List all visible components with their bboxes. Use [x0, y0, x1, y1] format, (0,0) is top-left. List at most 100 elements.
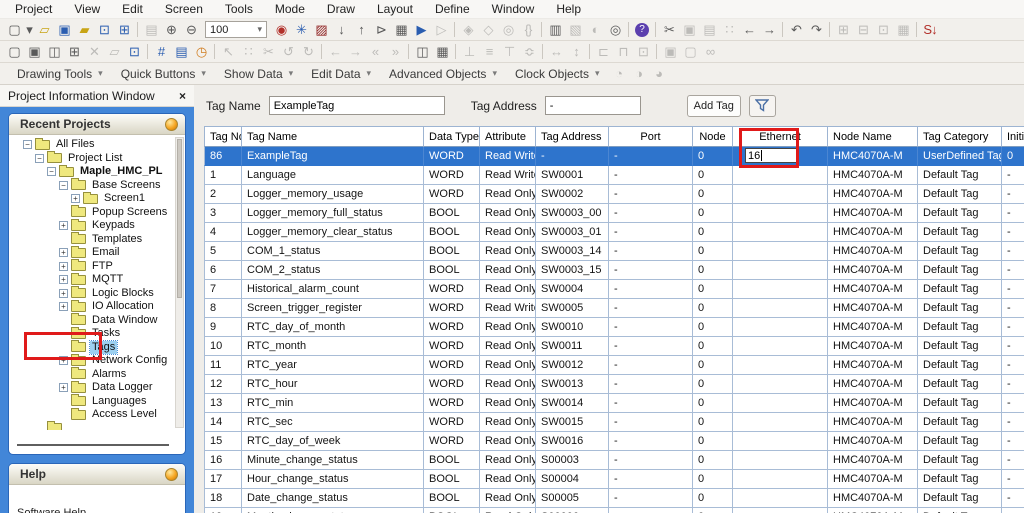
collapse-ball-icon[interactable] — [165, 468, 178, 481]
undo-button[interactable]: ↶ — [786, 21, 806, 39]
column-header-attribute[interactable]: Attribute — [480, 127, 536, 147]
project-transfer-button[interactable]: ⊞ — [114, 21, 134, 39]
open-screen-button[interactable]: ▱ — [104, 43, 124, 61]
download-to-device-button[interactable]: ↓ — [331, 21, 351, 39]
table-row-18[interactable]: 18Date_change_statusBOOLRead OnlyS00005-… — [204, 489, 1024, 508]
objectbar-menu-edit-data[interactable]: Edit Data▾ — [302, 67, 380, 81]
table-row-12[interactable]: 12RTC_hourWORDRead OnlySW0013-0HMC4070A-… — [204, 375, 1024, 394]
tag-address-input[interactable] — [545, 96, 641, 115]
same-height-button[interactable]: ⊓ — [613, 43, 633, 61]
menu-help[interactable]: Help — [545, 0, 592, 18]
software-help-link[interactable]: Software Help — [17, 507, 86, 513]
first-screen-button[interactable]: « — [365, 43, 385, 61]
prev-screen-button[interactable]: ← — [325, 43, 345, 61]
tree-item-mqtt[interactable]: +MQTT — [9, 273, 185, 287]
ethernet-value-input[interactable]: 16 — [745, 148, 799, 163]
new-screen-button[interactable]: ▢ — [4, 43, 24, 61]
project-settings-button[interactable]: ✳ — [291, 21, 311, 39]
expand-toggle-icon[interactable]: + — [59, 302, 68, 311]
next-screen-button[interactable]: → — [345, 43, 365, 61]
tag-database-button[interactable]: ▤ — [171, 43, 191, 61]
cut-object-button[interactable]: ✂ — [258, 43, 278, 61]
tree-item-email[interactable]: +Email — [9, 246, 185, 260]
table-row-86[interactable]: 86ExampleTagWORDRead Write--016HMC4070A-… — [204, 147, 1024, 166]
table-row-17[interactable]: 17Hour_change_statusBOOLRead OnlyS00004-… — [204, 470, 1024, 489]
open-project-button[interactable]: ▱ — [34, 21, 54, 39]
same-width-button[interactable]: ⊏ — [593, 43, 613, 61]
scrollbar-thumb[interactable] — [177, 139, 182, 298]
tree-item-logic-blocks[interactable]: +Logic Blocks — [9, 287, 185, 301]
new-project-caret-button[interactable]: ▾ — [24, 21, 34, 39]
tree-vertical-scrollbar[interactable] — [175, 137, 184, 428]
tree-item-tags[interactable]: Tags — [9, 341, 185, 355]
align-middle-button[interactable]: ≡ — [479, 43, 499, 61]
tag-grid-button[interactable]: ▦ — [391, 21, 411, 39]
table-row-16[interactable]: 16Minute_change_statusBOOLRead OnlyS0000… — [204, 451, 1024, 470]
same-size-button[interactable]: ⊡ — [633, 43, 653, 61]
objectbar-menu-clock-objects[interactable]: Clock Objects▾ — [506, 67, 609, 81]
find-object-button[interactable]: ∷ — [238, 43, 258, 61]
screen-properties-button[interactable]: ▣ — [24, 43, 44, 61]
save-project-button[interactable]: ▣ — [54, 21, 74, 39]
expand-toggle-icon[interactable]: + — [71, 194, 80, 203]
table-row-1[interactable]: 1LanguageWORDRead WriteSW0001-0HMC4070A-… — [204, 166, 1024, 185]
paste-button[interactable]: ▤ — [699, 21, 719, 39]
table-row-19[interactable]: 19Month_change_statusBOOLRead OnlyS00006… — [204, 508, 1024, 513]
close-icon[interactable]: × — [179, 90, 186, 102]
expand-toggle-icon[interactable]: + — [59, 383, 68, 392]
tag-cross-reference-button[interactable]: S↓ — [920, 21, 940, 39]
table-row-13[interactable]: 13RTC_minWORDRead OnlySW0014-0HMC4070A-M… — [204, 394, 1024, 413]
filter-button[interactable] — [749, 95, 776, 117]
expand-toggle-icon[interactable]: + — [59, 289, 68, 298]
collapse-toggle-icon[interactable]: − — [23, 140, 32, 149]
bracket-tool-button[interactable]: {} — [518, 21, 538, 39]
find-binoculars-button[interactable]: ∞ — [700, 43, 720, 61]
image-library-button[interactable]: ▨ — [311, 21, 331, 39]
collapse-toggle-icon[interactable]: − — [59, 181, 68, 190]
network-nodes-button[interactable]: # — [151, 43, 171, 61]
tree-horizontal-scrollbar[interactable] — [17, 444, 169, 446]
menu-edit[interactable]: Edit — [111, 0, 154, 18]
menu-mode[interactable]: Mode — [264, 0, 316, 18]
table-row-14[interactable]: 14RTC_secWORDRead OnlySW0015-0HMC4070A-M… — [204, 413, 1024, 432]
expand-toggle-icon[interactable]: + — [59, 275, 68, 284]
tree-item-base-screens[interactable]: −Base Screens — [9, 179, 185, 193]
table-row-8[interactable]: 8Screen_trigger_registerWORDRead WriteSW… — [204, 299, 1024, 318]
column-header-node-name[interactable]: Node Name — [828, 127, 918, 147]
menu-define[interactable]: Define — [424, 0, 481, 18]
nav-back-button[interactable]: ← — [739, 21, 759, 39]
expand-toggle-icon[interactable]: + — [59, 262, 68, 271]
select-pointer-button[interactable]: ↖ — [218, 43, 238, 61]
collapse-ball-icon[interactable] — [165, 118, 178, 131]
distribute-vertical-button[interactable]: ↕ — [566, 43, 586, 61]
objectbar-menu-show-data[interactable]: Show Data▾ — [215, 67, 302, 81]
tree-item-ftp[interactable]: +FTP — [9, 260, 185, 274]
burn-media-button[interactable]: ◎ — [605, 21, 625, 39]
column-header-port[interactable]: Port — [609, 127, 693, 147]
column-header-tag-category[interactable]: Tag Category — [918, 127, 1002, 147]
table-row-2[interactable]: 2Logger_memory_usageWORDRead OnlySW0002-… — [204, 185, 1024, 204]
rotate-right-button[interactable]: ↻ — [298, 43, 318, 61]
table-row-15[interactable]: 15RTC_day_of_weekWORDRead OnlySW0016-0HM… — [204, 432, 1024, 451]
node-edit-button[interactable]: ▧ — [565, 21, 585, 39]
add-tag-button[interactable]: Add Tag — [687, 95, 741, 117]
tree-item-popup-screens[interactable]: Popup Screens — [9, 206, 185, 220]
object-style-2-button[interactable]: ◑ — [629, 65, 649, 83]
print-button[interactable]: ▤ — [141, 21, 161, 39]
menu-window[interactable]: Window — [481, 0, 546, 18]
collapse-toggle-icon[interactable]: − — [35, 154, 44, 163]
tree-item-item[interactable] — [9, 422, 185, 431]
upload-from-device-button[interactable]: ↑ — [351, 21, 371, 39]
objectbar-menu-drawing-tools[interactable]: Drawing Tools▾ — [8, 67, 112, 81]
probe-tool-button[interactable]: ◎ — [498, 21, 518, 39]
menu-layout[interactable]: Layout — [366, 0, 424, 18]
column-header-ethernet[interactable]: Ethernet — [733, 127, 828, 147]
table-row-10[interactable]: 10RTC_monthWORDRead OnlySW0011-0HMC4070A… — [204, 337, 1024, 356]
tree-item-tasks[interactable]: Tasks — [9, 327, 185, 341]
distribute-horizontal-button[interactable]: ↔ — [546, 43, 566, 61]
table-row-11[interactable]: 11RTC_yearWORDRead OnlySW0012-0HMC4070A-… — [204, 356, 1024, 375]
tree-item-keypads[interactable]: +Keypads — [9, 219, 185, 233]
column-header-data-type[interactable]: Data Type — [424, 127, 480, 147]
menu-draw[interactable]: Draw — [316, 0, 366, 18]
help-button[interactable]: ? — [632, 21, 652, 39]
